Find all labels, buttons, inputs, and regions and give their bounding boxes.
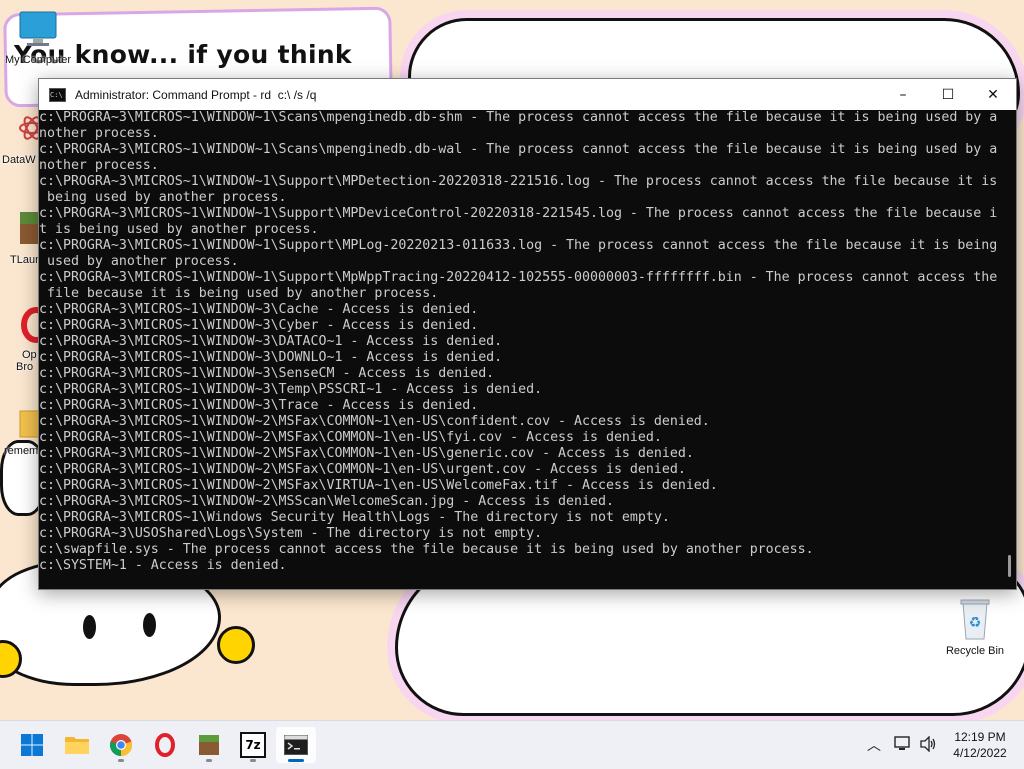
taskbar-command-prompt[interactable] — [276, 727, 316, 763]
console-line: c:\PROGRA~3\MICROS~1\WINDOW~2\MSFax\COMM… — [39, 446, 694, 461]
console-line: c:\PROGRA~3\MICROS~1\WINDOW~1\Scans\mpen… — [39, 110, 998, 125]
taskbar-file-explorer[interactable] — [57, 727, 97, 763]
console-line: nother process. — [39, 126, 159, 141]
desktop-icon-my-computer[interactable]: My Computer — [0, 10, 76, 66]
command-prompt-window[interactable]: C:\ Administrator: Command Prompt - rd c… — [38, 78, 1017, 590]
minimize-button[interactable]: – — [880, 79, 926, 110]
close-button[interactable]: ✕ — [970, 79, 1016, 110]
minimize-icon: – — [899, 86, 907, 103]
desktop-icon-label: Recycle Bin — [945, 645, 1005, 657]
window-title-bar[interactable]: C:\ Administrator: Command Prompt - rd c… — [39, 79, 1016, 110]
console-line: c:\PROGRA~3\MICROS~1\Windows Security He… — [39, 510, 670, 525]
taskbar-7zip[interactable]: 7z — [233, 727, 273, 763]
7zip-icon: 7z — [240, 732, 266, 758]
console-line: c:\PROGRA~3\MICROS~1\WINDOW~1\Support\MP… — [39, 174, 998, 189]
console-line: c:\PROGRA~3\MICROS~1\WINDOW~3\DATACO~1 -… — [39, 334, 503, 349]
wallpaper-eye-right — [143, 613, 156, 637]
taskbar-opera[interactable] — [145, 727, 185, 763]
console-line: c:\PROGRA~3\MICROS~1\WINDOW~1\Support\MP… — [39, 238, 998, 253]
taskbar-minecraft[interactable] — [189, 727, 229, 763]
window-title: Administrator: Command Prompt - rd c:\ /… — [75, 87, 317, 102]
console-line: nother process. — [39, 158, 159, 173]
wallpaper-ball-right — [217, 626, 255, 664]
console-line: being used by another process. — [39, 190, 287, 205]
taskbar: 7z ︿ 12:19 PM 4/12/2022 — [0, 720, 1024, 769]
monitor-icon — [19, 11, 57, 46]
console-line: file because it is being used by another… — [39, 286, 439, 301]
recycle-bin-icon: ♻ — [960, 599, 990, 640]
running-indicator — [206, 759, 212, 762]
cmd-icon: C:\ — [49, 87, 66, 102]
clock-date: 4/12/2022 — [953, 746, 1007, 760]
folder-icon — [65, 737, 89, 754]
running-indicator — [250, 759, 256, 762]
console-line: c:\PROGRA~3\MICROS~1\WINDOW~2\MSFax\COMM… — [39, 430, 662, 445]
start-button[interactable] — [12, 727, 52, 763]
chrome-icon — [109, 734, 133, 757]
wallpaper-eye-left — [83, 615, 96, 639]
console-line: t is being used by another process. — [39, 222, 319, 237]
maximize-icon: ☐ — [941, 86, 955, 103]
console-line: c:\PROGRA~3\MICROS~1\WINDOW~2\MSFax\COMM… — [39, 414, 710, 429]
console-line: used by another process. — [39, 254, 239, 269]
minecraft-icon — [199, 735, 219, 755]
clock-time: 12:19 PM — [954, 730, 1006, 744]
console-output[interactable]: c:\PROGRA~3\MICROS~1\WINDOW~1\Scans\mpen… — [39, 110, 1005, 588]
cmd-icon — [284, 735, 308, 755]
network-icon[interactable] — [894, 736, 912, 752]
svg-text:♻: ♻ — [969, 615, 982, 631]
console-cursor-line — [39, 574, 1005, 588]
console-line: c:\SYSTEM~1 - Access is denied. — [39, 558, 287, 573]
taskbar-chrome[interactable] — [101, 727, 141, 763]
console-line: c:\PROGRA~3\MICROS~1\WINDOW~2\MSFax\COMM… — [39, 462, 686, 477]
console-line: c:\PROGRA~3\MICROS~1\WINDOW~2\MSScan\Wel… — [39, 494, 614, 509]
running-indicator — [118, 759, 124, 762]
console-line: c:\PROGRA~3\MICROS~1\WINDOW~3\DOWNLO~1 -… — [39, 350, 503, 365]
scrollbar-thumb[interactable] — [1008, 555, 1011, 577]
desktop-icon-label: My Computer — [4, 54, 72, 66]
opera-icon — [155, 733, 175, 757]
console-line: c:\PROGRA~3\MICROS~1\WINDOW~1\Support\Mp… — [39, 270, 998, 285]
desktop-icon-recycle-bin[interactable]: ♻ Recycle Bin — [937, 597, 1013, 657]
maximize-button[interactable]: ☐ — [925, 79, 971, 110]
volume-icon[interactable] — [919, 736, 937, 752]
windows-start-icon — [21, 734, 43, 756]
system-clock[interactable]: 12:19 PM 4/12/2022 — [950, 729, 1010, 761]
close-icon: ✕ — [987, 86, 999, 103]
console-line: c:\PROGRA~3\MICROS~1\WINDOW~3\Cyber - Ac… — [39, 318, 479, 333]
console-line: c:\PROGRA~3\MICROS~1\WINDOW~1\Support\MP… — [39, 206, 998, 221]
console-scrollbar[interactable] — [1005, 110, 1016, 588]
console-line: c:\swapfile.sys - The process cannot acc… — [39, 542, 814, 557]
console-line: c:\PROGRA~3\MICROS~1\WINDOW~3\SenseCM - … — [39, 366, 495, 381]
console-line: c:\PROGRA~3\MICROS~1\WINDOW~3\Temp\PSSCR… — [39, 382, 543, 397]
chevron-up-icon[interactable]: ︿ — [867, 735, 881, 755]
console-line: c:\PROGRA~3\MICROS~1\WINDOW~3\Cache - Ac… — [39, 302, 479, 317]
console-line: c:\PROGRA~3\MICROS~1\WINDOW~1\Scans\mpen… — [39, 142, 998, 157]
console-line: c:\PROGRA~3\MICROS~1\WINDOW~3\Trace - Ac… — [39, 398, 479, 413]
active-indicator — [288, 759, 304, 762]
console-line: c:\PROGRA~3\MICROS~1\WINDOW~2\MSFax\VIRT… — [39, 478, 718, 493]
console-line: c:\PROGRA~3\USOShared\Logs\System - The … — [39, 526, 543, 541]
